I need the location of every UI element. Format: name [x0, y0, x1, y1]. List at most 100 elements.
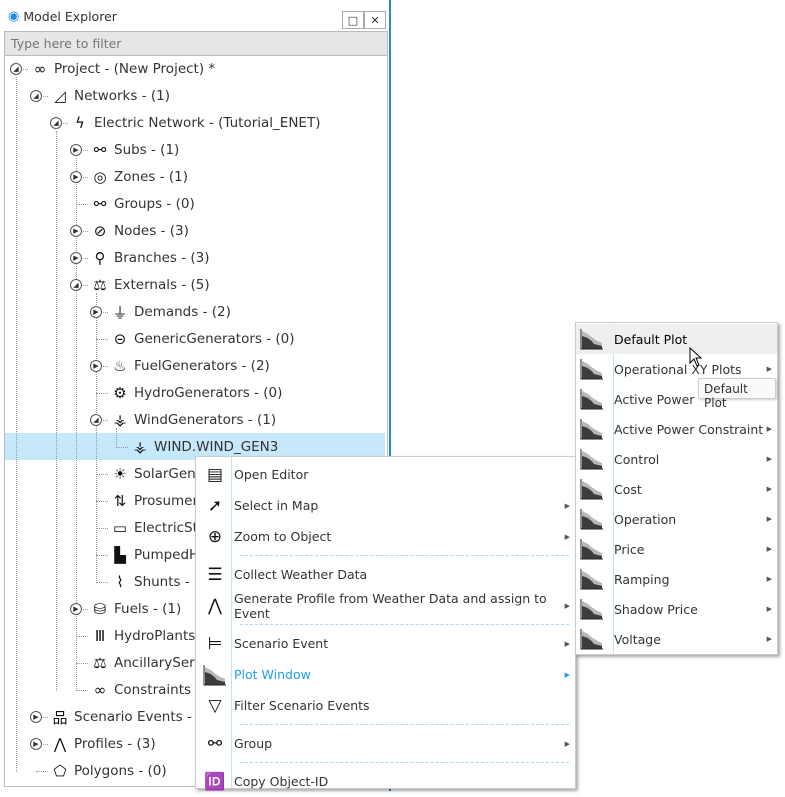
- tree-item[interactable]: ⚶ WindGenerators - (1): [110, 407, 276, 433]
- submenu-item-voltage[interactable]: Voltage ▶: [576, 624, 777, 654]
- expand-toggle-icon[interactable]: ▶: [30, 711, 42, 723]
- expand-toggle-icon[interactable]: ▶: [70, 603, 82, 615]
- menu-item-zoom-to-object[interactable]: ⊕ Zoom to Object ▶: [196, 521, 575, 552]
- submenu-arrow-icon: ▶: [564, 601, 570, 610]
- menu-item-copy-object-id[interactable]: 🆔 Copy Object-ID: [196, 766, 575, 797]
- tree-item[interactable]: ⊝ GenericGenerators - (0): [110, 326, 295, 352]
- tree-item[interactable]: ⬠ Polygons - (0): [50, 758, 166, 784]
- menu-item-plot-window[interactable]: Plot Window ▶: [196, 659, 575, 690]
- restore-button[interactable]: □: [342, 11, 364, 29]
- submenu-item-price[interactable]: Price ▶: [576, 534, 777, 564]
- submenu-item-ramping[interactable]: Ramping ▶: [576, 564, 777, 594]
- tree-connector: [116, 447, 128, 448]
- tree-item[interactable]: ⚯ Subs - (1): [90, 137, 180, 163]
- tree-item[interactable]: ⚖ Externals - (5): [90, 272, 210, 298]
- tree-item[interactable]: 品 Scenario Events - (: [50, 704, 201, 730]
- collapse-toggle-icon[interactable]: ◢: [30, 90, 42, 102]
- tree-item[interactable]: ▭ ElectricSt: [110, 515, 198, 541]
- submenu-arrow-icon: ▶: [564, 639, 570, 648]
- tree-item-label: Externals - (5): [114, 277, 210, 293]
- menu-separator: [240, 762, 569, 763]
- externals-icon: ⚖: [93, 276, 107, 294]
- collapse-toggle-icon[interactable]: ◢: [70, 279, 82, 291]
- menu-separator: [240, 555, 569, 556]
- scenario-event-icon: ⊨: [207, 633, 223, 654]
- tree-item-label: Profiles - (3): [74, 736, 156, 752]
- menu-item-open-editor[interactable]: ▤ Open Editor: [196, 459, 575, 490]
- submenu-arrow-icon: ▶: [766, 485, 772, 493]
- submenu-item-active-power-constraint[interactable]: Active Power Constraint ▶: [576, 414, 777, 444]
- plot-icon: [202, 663, 228, 687]
- tree-item[interactable]: ⚖ AncillaryServ: [90, 650, 203, 676]
- tree-item[interactable]: ⚲ Branches - (3): [90, 245, 210, 271]
- branches-icon: ⚲: [94, 249, 106, 267]
- menu-item-collect-weather-data[interactable]: ☰ Collect Weather Data: [196, 559, 575, 590]
- menu-item-generate-profile-from-weather-data-and-assign-to-event[interactable]: ⋀ Generate Profile from Weather Data and …: [196, 590, 575, 621]
- plot-icon: [579, 597, 605, 621]
- submenu-item-default-plot[interactable]: Default Plot: [576, 324, 777, 354]
- submenu-item-shadow-price[interactable]: Shadow Price ▶: [576, 594, 777, 624]
- lightning-icon: ϟ: [75, 114, 85, 132]
- plot-icon: [579, 477, 605, 501]
- tree-item[interactable]: ∞ Project - (New Project) *: [30, 56, 215, 82]
- tree-item[interactable]: ▙ PumpedH: [110, 542, 199, 568]
- tree-item[interactable]: ☀ SolarGene: [110, 461, 204, 487]
- tree-item[interactable]: ♨ FuelGenerators - (2): [110, 353, 270, 379]
- tree-connector: [96, 393, 108, 394]
- wind-turbine-icon: ⚶: [113, 411, 127, 429]
- expand-toggle-icon[interactable]: ▶: [70, 225, 82, 237]
- menu-item-scenario-event[interactable]: ⊨ Scenario Event ▶: [196, 628, 575, 659]
- plot-icon: [579, 507, 605, 531]
- collapse-toggle-icon[interactable]: ◢: [10, 63, 22, 75]
- tree-item[interactable]: ∞ Constraints -: [90, 677, 200, 703]
- close-icon: ✕: [370, 13, 380, 27]
- tree-item[interactable]: Ⅲ HydroPlants: [90, 623, 195, 649]
- menu-item-filter-scenario-events[interactable]: ▽ Filter Scenario Events: [196, 690, 575, 721]
- submenu-item-operation[interactable]: Operation ▶: [576, 504, 777, 534]
- submenu-arrow-icon: ▶: [766, 635, 772, 643]
- expand-toggle-icon[interactable]: ▶: [90, 360, 102, 372]
- expand-toggle-icon[interactable]: ▶: [70, 171, 82, 183]
- tree-item-label: AncillaryServ: [114, 655, 203, 671]
- expand-toggle-icon[interactable]: ▶: [70, 144, 82, 156]
- collapse-toggle-icon[interactable]: ◢: [90, 414, 102, 426]
- fuel-barrel-icon: ⛁: [93, 600, 107, 618]
- tree-item[interactable]: ⏚ Demands - (2): [110, 299, 230, 325]
- tree-item[interactable]: ◎ Zones - (1): [90, 164, 188, 190]
- expand-toggle-icon[interactable]: ▶: [90, 306, 102, 318]
- submenu-arrow-icon: ▶: [564, 739, 570, 748]
- filter-input[interactable]: [4, 31, 388, 56]
- title-bar: ◉ Model Explorer: [8, 6, 117, 26]
- tree-item-label: Groups - (0): [114, 196, 195, 212]
- expand-toggle-icon[interactable]: ▶: [30, 738, 42, 750]
- tree-guide-line: [16, 77, 17, 772]
- plot-icon: [579, 567, 605, 591]
- tree-item-label: ElectricSt: [134, 520, 198, 536]
- context-menu: ▤ Open Editor ➚ Select in Map ▶ ⊕ Zoom to Obje…: [195, 456, 576, 792]
- tree-item[interactable]: ⇅ Prosumer: [110, 488, 198, 514]
- tree-item[interactable]: ⚯ Groups - (0): [90, 191, 195, 217]
- tree-item[interactable]: ⊘ Nodes - (3): [90, 218, 189, 244]
- submenu-arrow-icon: ▶: [766, 575, 772, 583]
- plot-icon: [579, 417, 605, 441]
- shunt-icon: ⌇: [116, 573, 124, 591]
- tree-item[interactable]: ◿ Networks - (1): [50, 83, 170, 109]
- tree-item[interactable]: ⛁ Fuels - (1): [90, 596, 182, 622]
- tree-item[interactable]: ϟ Electric Network - (Tutorial_ENET): [70, 110, 320, 136]
- subs-icon: ⚯: [93, 141, 107, 159]
- plot-icon: [579, 387, 605, 411]
- expand-toggle-icon[interactable]: ▶: [70, 252, 82, 264]
- collapse-toggle-icon[interactable]: ◢: [50, 117, 62, 129]
- map-select-icon: ➚: [207, 495, 223, 516]
- menu-item-group[interactable]: ⚯ Group ▶: [196, 728, 575, 759]
- tree-item[interactable]: ⌇ Shunts - (: [110, 569, 199, 595]
- menu-item-select-in-map[interactable]: ➚ Select in Map ▶: [196, 490, 575, 521]
- submenu-item-cost[interactable]: Cost ▶: [576, 474, 777, 504]
- submenu-item-control[interactable]: Control ▶: [576, 444, 777, 474]
- tree-item-label: GenericGenerators - (0): [134, 331, 295, 347]
- close-button[interactable]: ✕: [364, 11, 386, 29]
- tree-item-label: WindGenerators - (1): [134, 412, 277, 428]
- tree-item[interactable]: ⋀ Profiles - (3): [50, 731, 156, 757]
- tree-item[interactable]: ⚙ HydroGenerators - (0): [110, 380, 282, 406]
- solar-panel-icon: ☀: [113, 465, 127, 483]
